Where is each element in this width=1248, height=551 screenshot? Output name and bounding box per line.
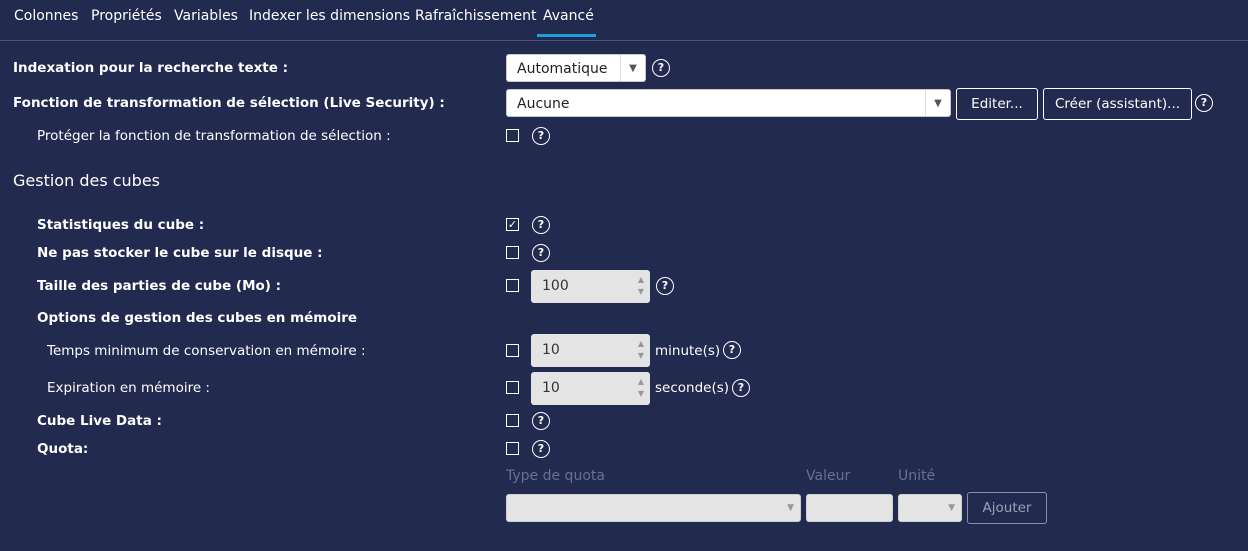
- live-data-checkbox[interactable]: [506, 414, 519, 427]
- stats-checkbox[interactable]: ✓: [506, 218, 519, 231]
- quota-value-input[interactable]: [806, 494, 893, 522]
- min-time-checkbox[interactable]: [506, 344, 519, 357]
- stats-label: Statistiques du cube :: [37, 217, 205, 233]
- help-icon[interactable]: ?: [532, 127, 550, 145]
- help-icon[interactable]: ?: [532, 216, 550, 234]
- transform-value: Aucune: [517, 96, 570, 112]
- part-size-label: Taille des parties de cube (Mo) :: [37, 278, 282, 294]
- create-assistant-button[interactable]: Créer (assistant)...: [1043, 88, 1192, 120]
- help-icon[interactable]: ?: [732, 379, 750, 397]
- min-time-value: 10: [542, 342, 560, 358]
- tab-variables[interactable]: Variables: [174, 8, 238, 24]
- expiration-value: 10: [542, 380, 560, 396]
- min-time-input[interactable]: 10 ▲ ▼: [531, 334, 650, 367]
- spinner-icon[interactable]: ▲ ▼: [638, 376, 644, 400]
- text-index-value: Automatique: [517, 61, 608, 77]
- transform-select[interactable]: Aucune ▼: [506, 89, 951, 117]
- expiration-unit: seconde(s): [655, 380, 730, 396]
- expiration-input[interactable]: 10 ▲ ▼: [531, 372, 650, 405]
- quota-unit-label: Unité: [898, 468, 936, 484]
- text-index-select[interactable]: Automatique ▼: [506, 54, 646, 82]
- text-index-label: Indexation pour la recherche texte :: [13, 60, 289, 76]
- protect-checkbox[interactable]: [506, 129, 519, 142]
- chevron-down-icon: ▼: [787, 503, 794, 513]
- min-time-unit: minute(s): [655, 343, 721, 359]
- expiration-checkbox[interactable]: [506, 381, 519, 394]
- quota-type-label: Type de quota: [506, 468, 605, 484]
- no-store-checkbox[interactable]: [506, 246, 519, 259]
- add-quota-button[interactable]: Ajouter: [967, 492, 1047, 524]
- quota-value-label: Valeur: [806, 468, 851, 484]
- memory-options-label: Options de gestion des cubes en mémoire: [37, 310, 358, 326]
- help-icon[interactable]: ?: [532, 412, 550, 430]
- edit-button[interactable]: Editer...: [956, 88, 1038, 120]
- no-store-label: Ne pas stocker le cube sur le disque :: [37, 245, 323, 261]
- section-title: Gestion des cubes: [13, 171, 161, 190]
- chevron-down-icon: ▼: [948, 503, 955, 513]
- active-tab-indicator: [537, 34, 596, 37]
- quota-checkbox[interactable]: [506, 442, 519, 455]
- help-icon[interactable]: ?: [1195, 94, 1213, 112]
- tab-bar: Colonnes Propriétés Variables Indexer le…: [0, 0, 1248, 41]
- help-icon[interactable]: ?: [532, 440, 550, 458]
- part-size-input[interactable]: 100 ▲ ▼: [531, 270, 650, 303]
- spinner-icon[interactable]: ▲ ▼: [638, 338, 644, 362]
- help-icon[interactable]: ?: [723, 341, 741, 359]
- quota-label: Quota:: [37, 441, 89, 457]
- part-size-value: 100: [542, 278, 569, 294]
- transform-label: Fonction de transformation de sélection …: [13, 95, 445, 111]
- tab-rafraichissement[interactable]: Rafraîchissement: [415, 8, 536, 24]
- protect-label: Protéger la fonction de transformation d…: [37, 128, 391, 144]
- help-icon[interactable]: ?: [656, 277, 674, 295]
- tab-avance[interactable]: Avancé: [543, 8, 594, 24]
- spinner-icon[interactable]: ▲ ▼: [638, 274, 644, 298]
- part-size-checkbox[interactable]: [506, 279, 519, 292]
- chevron-down-icon: ▼: [620, 55, 645, 81]
- live-data-label: Cube Live Data :: [37, 413, 162, 429]
- help-icon[interactable]: ?: [532, 244, 550, 262]
- tab-colonnes[interactable]: Colonnes: [14, 8, 78, 24]
- quota-type-select[interactable]: ▼: [506, 494, 801, 522]
- min-time-label: Temps minimum de conservation en mémoire…: [47, 343, 366, 359]
- tab-proprietes[interactable]: Propriétés: [91, 8, 162, 24]
- expiration-label: Expiration en mémoire :: [47, 380, 210, 396]
- tab-indexer-dimensions[interactable]: Indexer les dimensions: [249, 8, 410, 24]
- quota-unit-select[interactable]: ▼: [898, 494, 962, 522]
- help-icon[interactable]: ?: [652, 59, 670, 77]
- chevron-down-icon: ▼: [925, 90, 950, 116]
